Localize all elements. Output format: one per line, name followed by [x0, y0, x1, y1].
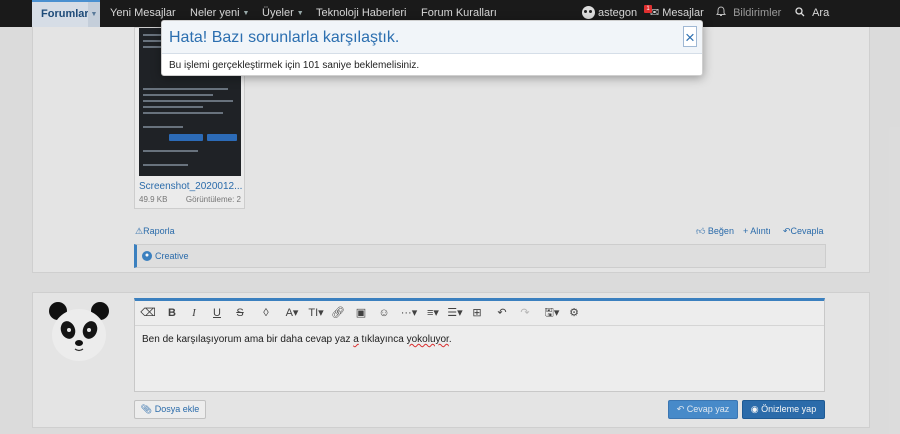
nav-search-label: Ara [812, 7, 830, 19]
report-link[interactable]: ⚠Raporla [135, 226, 175, 237]
user-avatar [582, 6, 595, 19]
preview-label: Önizleme yap [761, 404, 817, 414]
undo-icon[interactable]: ↶ [494, 306, 510, 320]
editor-text-part: tıklayınca [358, 334, 407, 345]
reactions-bar[interactable]: ● Creative [134, 244, 826, 268]
text-color-icon[interactable]: ◊ [258, 306, 274, 320]
editor-content[interactable]: Ben de karşılaşıyorum ama bir daha cevap… [142, 334, 452, 345]
nav-tab-forums-label: Forumlar [41, 8, 89, 20]
underline-icon[interactable]: U [209, 306, 225, 320]
reply-link[interactable]: ↶Cevapla [783, 226, 824, 237]
reply-arrow-icon: ↶ [783, 226, 791, 236]
nav-tab-tech-news-label: Teknoloji Haberleri [316, 7, 407, 19]
close-icon[interactable]: × [683, 26, 697, 47]
reply-label: Cevapla [790, 226, 824, 236]
image-icon[interactable]: ▣ [353, 306, 369, 320]
italic-icon[interactable]: I [186, 306, 202, 320]
error-dialog-title: Hata! Bazı sorunlarla karşılaştık. [169, 29, 400, 46]
nav-tab-new-messages-label: Yeni Mesajlar [110, 7, 176, 19]
editor-toolbar: ⌫ B I U S ◊ A▾ TI▾ 🔗︎ ▣ ☺ ···▾ ≡▾ ☰▾ ⊞ ↶… [135, 301, 824, 326]
error-dialog-header: Hata! Bazı sorunlarla karşılaştık. × [162, 21, 702, 54]
paperclip-icon: 📎︎ [140, 404, 153, 414]
nav-tab-forums[interactable]: Forumlar ▼ [32, 0, 100, 27]
chevron-down-icon: ▼ [242, 10, 250, 17]
nav-search[interactable]: Ara [795, 0, 829, 27]
message-editor[interactable]: ⌫ B I U S ◊ A▾ TI▾ 🔗︎ ▣ ☺ ···▾ ≡▾ ☰▾ ⊞ ↶… [134, 298, 825, 392]
nav-messages-label: Mesajlar [662, 7, 704, 19]
error-dialog-message: Bu işlemi gerçekleştirmek için 101 saniy… [169, 60, 420, 71]
redo-icon[interactable]: ↷ [517, 306, 533, 320]
attachment-filename[interactable]: Screenshot_2020012... [139, 181, 242, 192]
eraser-icon[interactable]: ⌫ [140, 306, 156, 320]
editor-text-misspelled: yokoluyor [406, 334, 449, 345]
like-label: Beğen [707, 226, 734, 236]
messages-badge: 1 [644, 5, 652, 13]
attachment-views: Görüntüleme: 2 [185, 195, 241, 204]
error-dialog: Hata! Bazı sorunlarla karşılaştık. × Bu … [161, 20, 703, 76]
quote-label: + Alıntı [743, 226, 771, 236]
post-reply-label: Cevap yaz [686, 404, 730, 414]
reaction-label[interactable]: Creative [155, 251, 189, 261]
report-label: Raporla [143, 226, 175, 236]
smiley-icon[interactable]: ☺ [376, 306, 392, 320]
link-icon[interactable]: 🔗︎ [330, 306, 346, 320]
nav-tab-whats-new-label: Neler yeni [190, 7, 240, 19]
nav-tab-forum-rules-label: Forum Kuralları [421, 7, 497, 19]
post-reply-button[interactable]: ↶ Cevap yaz [668, 400, 738, 419]
quote-button[interactable]: + Alıntı [743, 226, 771, 236]
like-button[interactable]: 👍︎ Beğen [696, 226, 734, 237]
list-icon[interactable]: ☰▾ [445, 306, 465, 320]
eye-icon: ◉ [750, 404, 759, 414]
nav-username: astegon [598, 7, 638, 19]
chevron-down-icon: ▼ [296, 10, 304, 17]
attachment-size: 49.9 KB [139, 195, 168, 204]
font-size-icon[interactable]: TI▾ [305, 306, 327, 320]
warning-icon: ⚠ [135, 226, 144, 236]
nav-notifications-label: Bildirimler [733, 7, 782, 19]
thumbs-up-icon: 👍︎ [696, 226, 706, 236]
attach-files-label: Dosya ekle [154, 404, 200, 414]
search-icon [795, 7, 808, 19]
reaction-icon: ● [142, 251, 152, 261]
bell-icon [716, 6, 729, 19]
editor-text-part: Ben de karşılaşıyorum ama bir daha cevap… [142, 334, 354, 345]
reply-arrow-icon: ↶ [676, 404, 685, 414]
nav-notifications[interactable]: Bildirimler [716, 0, 781, 27]
attach-files-button[interactable]: 📎︎ Dosya ekle [134, 400, 206, 419]
more-options-icon[interactable]: ···▾ [398, 306, 420, 320]
strikethrough-icon[interactable]: S [232, 306, 248, 320]
font-family-icon[interactable]: A▾ [281, 306, 303, 320]
align-icon[interactable]: ≡▾ [423, 306, 443, 320]
table-icon[interactable]: ⊞ [469, 306, 485, 320]
chevron-down-icon[interactable]: ▼ [88, 2, 100, 27]
panda-avatar [49, 302, 109, 361]
nav-tab-members-label: Üyeler [262, 7, 294, 19]
bold-icon[interactable]: B [164, 306, 180, 320]
preview-button[interactable]: ◉ Önizleme yap [742, 400, 825, 419]
drafts-icon[interactable]: 🖫▾ [541, 306, 563, 320]
editor-text-part: . [448, 334, 452, 345]
settings-gear-icon[interactable]: ⚙ [566, 306, 582, 320]
